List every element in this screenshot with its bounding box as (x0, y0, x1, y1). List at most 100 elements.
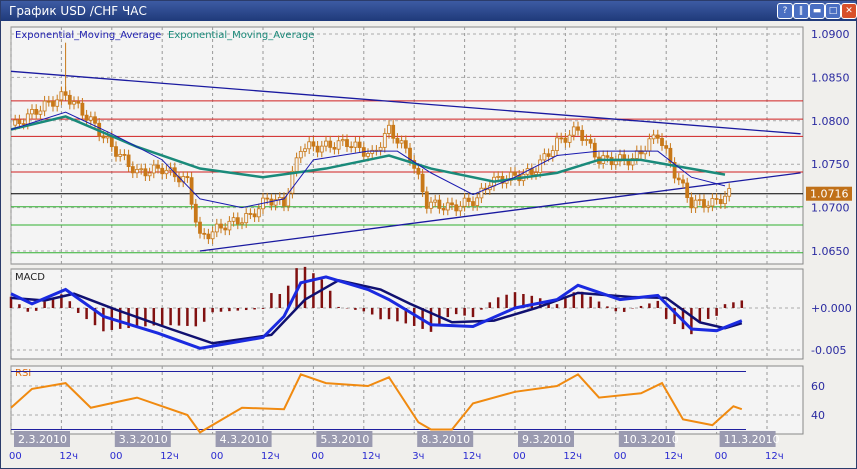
candle-body (651, 134, 656, 140)
candle-body (555, 137, 559, 151)
candle-body (105, 136, 110, 139)
candle-body (382, 133, 387, 148)
candle-body (227, 220, 232, 231)
candle-body (332, 146, 337, 150)
date-label: 8.3.2010 (421, 433, 470, 446)
candle-body (567, 134, 572, 143)
time-label: 00 (715, 451, 728, 462)
candle-body (160, 167, 165, 175)
candle-body (395, 137, 400, 144)
candle-body (710, 198, 715, 207)
candle-body (294, 157, 299, 172)
minimize-button[interactable]: ▬ (809, 3, 825, 19)
candle-body (479, 187, 484, 199)
candle-body (437, 199, 442, 209)
title-bar[interactable]: График USD /CHF ЧАС ? ‖ ▬ □ ✕ (1, 1, 857, 21)
time-label: 12ч (160, 451, 179, 462)
candle-body (303, 148, 307, 152)
date-label: 2.3.2010 (18, 433, 67, 446)
candle-body (542, 153, 547, 161)
candle-body (88, 116, 93, 121)
candle-body (576, 126, 580, 131)
time-label: 12ч (563, 451, 582, 462)
candle-body (538, 159, 543, 173)
candle-body (513, 171, 517, 176)
maximize-button[interactable]: □ (825, 3, 841, 19)
candle-body (319, 145, 324, 153)
candle-body (114, 146, 118, 157)
candle-body (592, 142, 597, 158)
time-label: 00 (311, 451, 324, 462)
time-label: 00 (110, 451, 123, 462)
time-label: 12ч (59, 451, 78, 462)
candle-body (101, 135, 106, 139)
candle-body (214, 223, 219, 233)
candle-body (353, 141, 358, 148)
close-button[interactable]: ✕ (841, 3, 857, 19)
date-label: 4.3.2010 (220, 433, 269, 446)
candle-body (118, 153, 123, 157)
time-label: 00 (9, 451, 22, 462)
candle-body (559, 137, 564, 140)
candle-body (454, 204, 459, 212)
macd-title: MACD (15, 272, 45, 283)
candle-body (202, 232, 207, 235)
time-label: 00 (614, 451, 627, 462)
candle-body (403, 140, 408, 149)
candle-body (571, 126, 576, 136)
time-label: 00 (513, 451, 526, 462)
candle-body (378, 146, 383, 151)
price-tick-label: 1.0800 (811, 115, 850, 128)
candle-body (67, 94, 72, 105)
candle-body (445, 202, 450, 211)
candle-body (59, 91, 64, 101)
candle-body (475, 197, 480, 206)
rsi-tick-label: 60 (811, 380, 825, 393)
pause-button[interactable]: ‖ (793, 3, 809, 19)
candle-body (706, 205, 711, 208)
candle-body (206, 233, 211, 240)
window-title: График USD /CHF ЧАС (9, 4, 147, 18)
candle-body (546, 153, 551, 157)
macd-tick-label: +0.000 (811, 302, 852, 315)
candle-body (387, 124, 391, 134)
help-button[interactable]: ? (777, 3, 793, 19)
candle-body (613, 160, 618, 166)
candle-body (655, 134, 660, 139)
candle-body (235, 217, 240, 225)
candle-body (727, 188, 732, 197)
chart-area[interactable]: 1.0900 1.0850 1.0800 1.0750 1.0700 1.0650 +0.0… (1, 21, 856, 468)
candle-body (714, 198, 719, 200)
candle-body (198, 221, 202, 234)
macd-tick-label: -0.005 (811, 344, 846, 357)
candle-body (366, 153, 370, 157)
candle-body (30, 109, 34, 115)
candle-body (429, 201, 433, 209)
candle-body (471, 201, 475, 206)
date-label: 11.3.2010 (724, 433, 780, 446)
candle-body (328, 140, 333, 148)
candle-body (588, 139, 593, 144)
chart-window: График USD /CHF ЧАС ? ‖ ▬ □ ✕ 1.0900 1.08… (0, 0, 857, 469)
candle-body (240, 222, 244, 225)
time-label: 12ч (463, 451, 482, 462)
candle-body (433, 199, 438, 203)
time-label: 3ч (412, 451, 424, 462)
time-label: 00 (211, 451, 224, 462)
candle-body (13, 119, 18, 126)
candle-body (219, 223, 223, 229)
candle-body (223, 227, 228, 231)
candle-body (135, 168, 139, 174)
candle-body (685, 182, 690, 199)
date-label: 5.3.2010 (320, 433, 369, 446)
candle-body (664, 145, 669, 149)
candle-body (307, 141, 312, 150)
candle-body (647, 138, 652, 152)
current-price-label: 1.0716 (810, 188, 849, 201)
candle-body (315, 145, 320, 153)
candle-body (580, 129, 585, 141)
candle-body (466, 197, 471, 202)
candle-body (399, 140, 404, 144)
candle-body (210, 231, 215, 240)
legend-ema-fast: Exponential_Moving_Average (15, 30, 161, 41)
